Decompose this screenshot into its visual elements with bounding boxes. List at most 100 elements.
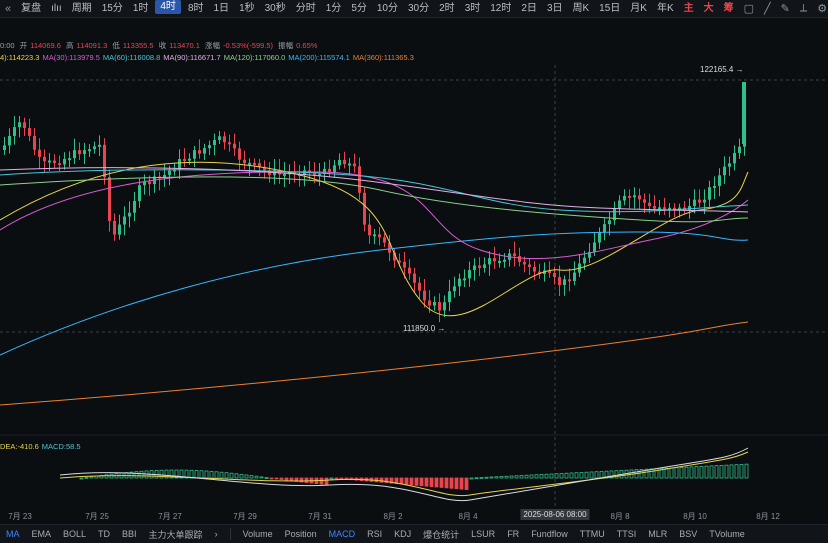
macd-bar	[424, 477, 429, 487]
candle-body	[93, 146, 96, 150]
indicator-tab[interactable]: BSV	[673, 529, 703, 539]
macd-bar	[689, 466, 694, 479]
indicator-tab[interactable]: 爆仓统计	[417, 528, 465, 541]
indicator-tab[interactable]: Position	[279, 529, 323, 539]
candle-body	[648, 202, 651, 207]
candle-body	[18, 122, 21, 128]
macd-bar	[429, 477, 434, 487]
macd-bar	[214, 471, 219, 479]
candle-body	[718, 175, 721, 186]
candle-body	[333, 165, 336, 173]
candle-body	[503, 259, 506, 262]
macd-bar	[259, 476, 264, 479]
high-price-label: 122165.4 →	[700, 65, 744, 74]
candle-body	[253, 162, 256, 165]
macd-bar	[584, 471, 589, 479]
candle-body	[103, 144, 106, 178]
candle-body	[3, 145, 6, 150]
macd-bar	[559, 473, 564, 479]
low-price-label: 111850.0 →	[403, 324, 445, 333]
candle-body	[113, 220, 116, 235]
candle-body	[193, 150, 196, 159]
macd-bar	[439, 477, 444, 488]
candle-body	[658, 207, 661, 210]
candle-body	[693, 199, 696, 206]
macd-bar	[249, 475, 254, 479]
macd-bar	[419, 477, 424, 487]
macd-bar	[709, 465, 714, 479]
candle-body	[483, 264, 486, 268]
date-tick-label: 8月 10	[683, 512, 707, 521]
macd-bar	[324, 477, 329, 485]
macd-bar	[594, 471, 599, 479]
candle-body	[338, 159, 341, 166]
macd-bar	[669, 467, 674, 479]
indicator-tab[interactable]: BBI	[116, 529, 143, 539]
indicator-tab[interactable]: BOLL	[57, 529, 92, 539]
indicator-tab[interactable]: MA	[0, 529, 26, 539]
macd-bar	[244, 474, 249, 479]
macd-bar	[539, 474, 544, 479]
candle-body	[133, 200, 136, 213]
candle-body	[558, 277, 561, 286]
macd-bar	[574, 472, 579, 479]
macd-bar	[414, 477, 419, 486]
indicator-tab[interactable]: FR	[501, 529, 525, 539]
macd-bar	[469, 477, 474, 480]
macd-bar	[449, 477, 454, 489]
candlestick-chart[interactable]: 122165.4 → 111850.0 →	[0, 0, 828, 508]
indicator-tab[interactable]: 主力大单跟踪	[143, 528, 209, 541]
candle-body	[8, 135, 11, 146]
candle-body	[183, 159, 186, 162]
date-tick-label: 8月 12	[756, 512, 780, 521]
macd-bar	[479, 477, 484, 479]
macd-bar	[529, 474, 534, 479]
indicator-tab[interactable]: EMA	[26, 529, 58, 539]
indicator-tab[interactable]: TTSI	[611, 529, 643, 539]
macd-bar	[219, 471, 224, 479]
candle-body	[198, 150, 201, 154]
ma-line	[0, 231, 749, 356]
candle-body	[663, 207, 666, 210]
date-tick-label: 8月 4	[458, 512, 478, 521]
candle-body	[13, 127, 16, 136]
macd-bar	[499, 476, 504, 479]
macd-bar	[434, 477, 439, 488]
macd-bar	[319, 477, 324, 485]
indicator-tab[interactable]: KDJ	[388, 529, 417, 539]
macd-bar	[454, 477, 459, 490]
candle-body	[373, 234, 376, 237]
candle-body	[188, 158, 191, 161]
candle-body	[473, 265, 476, 271]
indicator-tab[interactable]: ›	[209, 529, 224, 539]
candle-body	[608, 220, 611, 225]
ma-line	[0, 167, 749, 213]
indicator-tab[interactable]: TVolume	[703, 529, 751, 539]
candle-body	[708, 187, 711, 200]
candle-body	[458, 278, 461, 287]
indicator-tab[interactable]: LSUR	[465, 529, 501, 539]
date-tick-label: 2025-08-06 08:00	[520, 509, 590, 520]
candle-body	[83, 150, 86, 155]
indicator-tab[interactable]: TTMU	[574, 529, 611, 539]
indicator-tab[interactable]: Volume	[237, 529, 279, 539]
candle-body	[48, 160, 51, 163]
indicator-tab[interactable]: RSI	[361, 529, 388, 539]
macd-bar	[514, 475, 519, 479]
macd-bar	[734, 464, 739, 479]
indicator-tab[interactable]: TD	[92, 529, 116, 539]
candle-body	[628, 195, 631, 198]
indicator-tab[interactable]: Fundflow	[525, 529, 574, 539]
macd-bar	[719, 465, 724, 479]
macd-bar	[544, 473, 549, 479]
candle-body	[123, 216, 126, 225]
candle-body	[733, 152, 736, 164]
macd-bar	[304, 477, 309, 483]
candle-body	[493, 258, 496, 262]
indicator-tab[interactable]: MLR	[642, 529, 673, 539]
macd-bar	[84, 476, 89, 479]
macd-bar	[289, 477, 294, 482]
candle-body	[598, 232, 601, 243]
indicator-tab[interactable]: MACD	[323, 529, 362, 539]
macd-bar	[744, 463, 749, 479]
